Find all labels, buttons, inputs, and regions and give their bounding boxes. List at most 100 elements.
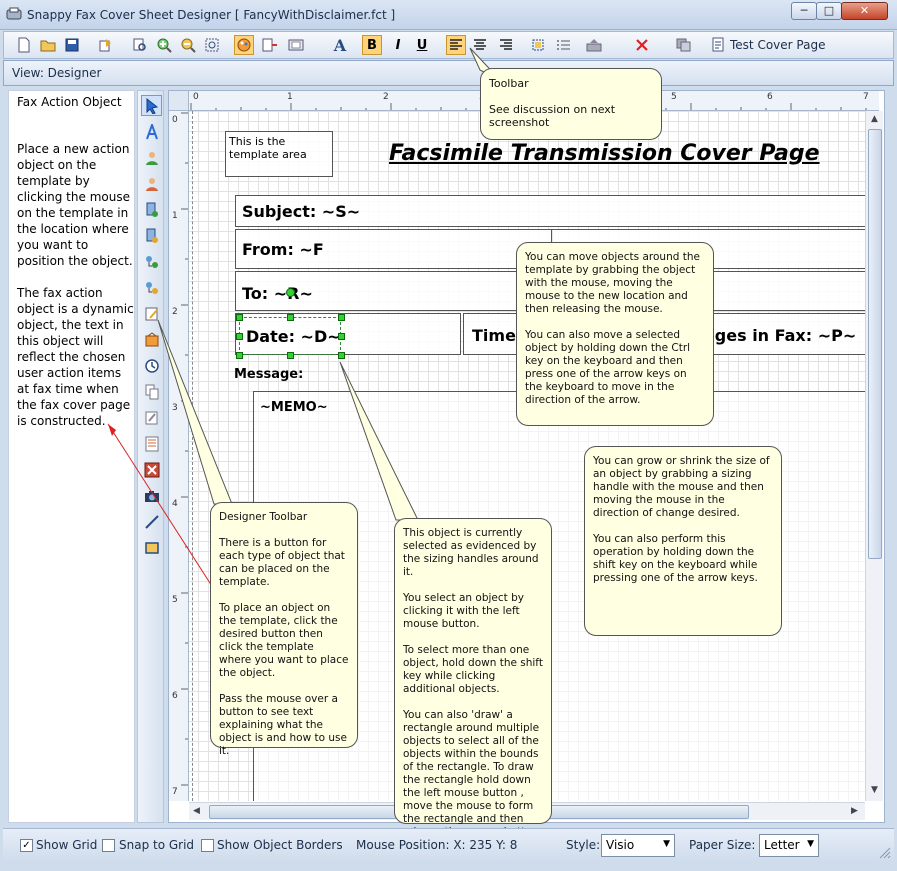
snap-to-grid-checkbox[interactable] xyxy=(102,839,115,852)
zoom-page-icon[interactable] xyxy=(130,35,150,55)
main-toolbar: A B I U Test Cover Page xyxy=(3,31,894,59)
ruler-left-3: 3 xyxy=(172,403,178,413)
open-folder-icon[interactable] xyxy=(38,35,58,55)
sizing-handle[interactable] xyxy=(236,314,243,321)
pointer-tool-icon[interactable] xyxy=(141,95,162,116)
bold-button[interactable]: B xyxy=(362,35,382,55)
show-object-borders-checkbox[interactable] xyxy=(201,839,214,852)
clock-icon[interactable] xyxy=(141,355,162,376)
selection-box xyxy=(239,317,341,355)
bring-front-icon[interactable] xyxy=(584,35,604,55)
align-center-icon[interactable] xyxy=(470,35,490,55)
sizing-handle[interactable] xyxy=(287,314,294,321)
show-grid-checkbox[interactable]: ✓ xyxy=(20,839,33,852)
page-setup-icon[interactable] xyxy=(260,35,280,55)
rectangle-tool-icon[interactable] xyxy=(141,537,162,558)
zoom-fit-icon[interactable] xyxy=(202,35,222,55)
sizing-handle[interactable] xyxy=(236,352,243,359)
sizing-handle[interactable] xyxy=(338,352,345,359)
move-objects-callout: You can move objects around the template… xyxy=(516,242,714,426)
message-label[interactable]: Message: xyxy=(234,367,303,382)
sizing-handle[interactable] xyxy=(287,352,294,359)
maximize-button[interactable]: □ xyxy=(816,2,842,20)
scroll-right-arrow[interactable]: ▶ xyxy=(851,806,858,816)
notes-tool-icon[interactable] xyxy=(141,303,162,324)
app-icon xyxy=(6,7,22,20)
checklist-icon[interactable] xyxy=(141,433,162,454)
save-icon[interactable] xyxy=(62,35,82,55)
test-cover-page-icon[interactable] xyxy=(708,35,728,55)
ruler-top-0: 0 xyxy=(193,92,199,102)
remove-object-icon[interactable] xyxy=(141,459,162,480)
from-field[interactable]: From: ~F xyxy=(235,229,553,269)
recipient-fax-icon[interactable] xyxy=(141,225,162,246)
pages-field-text: ages in Fax: ~P~ xyxy=(704,326,857,345)
underline-button[interactable]: U xyxy=(412,35,432,55)
designer-object-toolbar xyxy=(137,90,164,823)
list-icon[interactable] xyxy=(554,35,574,55)
object-description-heading: Fax Action Object xyxy=(17,95,122,109)
vertical-scroll-thumb[interactable] xyxy=(868,129,882,559)
resize-grip-icon[interactable] xyxy=(879,847,891,859)
edit-icon[interactable] xyxy=(141,407,162,428)
title-bar: Snappy Fax Cover Sheet Designer [ FancyW… xyxy=(0,0,897,30)
preview-icon[interactable] xyxy=(286,35,306,55)
sender-company-icon[interactable] xyxy=(141,251,162,272)
italic-button[interactable]: I xyxy=(388,35,408,55)
pages-icon[interactable] xyxy=(141,381,162,402)
designer-mode-icon[interactable] xyxy=(234,35,254,55)
to-field-text: To: ~R~ xyxy=(242,284,313,303)
test-cover-page-button[interactable]: Test Cover Page xyxy=(730,38,825,52)
template-note-box[interactable]: This is the template area xyxy=(225,131,333,177)
sizing-handle[interactable] xyxy=(338,333,345,340)
designer-toolbar-callout: Designer Toolbar There is a button for e… xyxy=(210,502,358,757)
toolbar-callout: Toolbar See discussion on next screensho… xyxy=(480,68,662,140)
snap-to-grid-label[interactable]: Snap to Grid xyxy=(119,838,194,852)
align-right-icon[interactable] xyxy=(496,35,516,55)
show-grid-label[interactable]: Show Grid xyxy=(36,838,97,852)
ruler-top-7: 7 xyxy=(863,92,869,102)
vertical-scrollbar[interactable]: ▲ ▼ xyxy=(865,111,883,801)
ruler-left-1: 1 xyxy=(172,211,178,221)
recipient-company-icon[interactable] xyxy=(141,277,162,298)
line-tool-icon[interactable] xyxy=(141,511,162,532)
sender-fax-icon[interactable] xyxy=(141,199,162,220)
align-left-icon[interactable] xyxy=(446,35,466,55)
chevron-down-icon: ▼ xyxy=(663,839,670,849)
page-title-object[interactable]: Facsimile Transmission Cover Page xyxy=(389,141,820,166)
scroll-up-arrow[interactable]: ▲ xyxy=(871,114,878,124)
new-file-icon[interactable] xyxy=(14,35,34,55)
text-tool-icon[interactable] xyxy=(141,121,162,142)
subject-field[interactable]: Subject: ~S~ xyxy=(235,195,865,227)
scroll-down-arrow[interactable]: ▼ xyxy=(871,785,878,795)
subject-field-text: Subject: ~S~ xyxy=(242,202,361,221)
object-description-text: Place a new action object on the templat… xyxy=(17,142,134,428)
ruler-top-6: 6 xyxy=(767,92,773,102)
status-bar: ✓ Show Grid Snap to Grid Show Object Bor… xyxy=(3,828,894,862)
zoom-in-icon[interactable] xyxy=(154,35,174,55)
select-all-icon[interactable] xyxy=(528,35,548,55)
delete-icon[interactable] xyxy=(632,35,652,55)
style-select[interactable]: Visio ▼ xyxy=(601,834,675,857)
style-label: Style: xyxy=(566,838,601,852)
zoom-out-icon[interactable] xyxy=(178,35,198,55)
sizing-handle[interactable] xyxy=(338,314,345,321)
show-object-borders-label[interactable]: Show Object Borders xyxy=(217,838,343,852)
recipient-field-icon[interactable] xyxy=(141,173,162,194)
import-icon[interactable] xyxy=(96,35,116,55)
sender-field-icon[interactable] xyxy=(141,147,162,168)
fax-action-icon[interactable] xyxy=(141,329,162,350)
ruler-left-2: 2 xyxy=(172,307,178,317)
to-field-marker xyxy=(286,288,295,297)
paper-size-select[interactable]: Letter ▼ xyxy=(759,834,819,857)
resize-objects-callout: You can grow or shrink the size of an ob… xyxy=(584,446,782,636)
window-title: Snappy Fax Cover Sheet Designer [ FancyW… xyxy=(27,8,396,22)
minimize-button[interactable]: ─ xyxy=(791,2,817,20)
copy-icon[interactable] xyxy=(674,35,694,55)
sizing-handle[interactable] xyxy=(236,333,243,340)
scroll-left-arrow[interactable]: ◀ xyxy=(193,806,200,816)
style-select-value: Visio xyxy=(606,838,635,852)
camera-icon[interactable] xyxy=(141,485,162,506)
close-button[interactable]: ✕ xyxy=(841,2,888,20)
font-icon[interactable]: A xyxy=(330,35,350,55)
